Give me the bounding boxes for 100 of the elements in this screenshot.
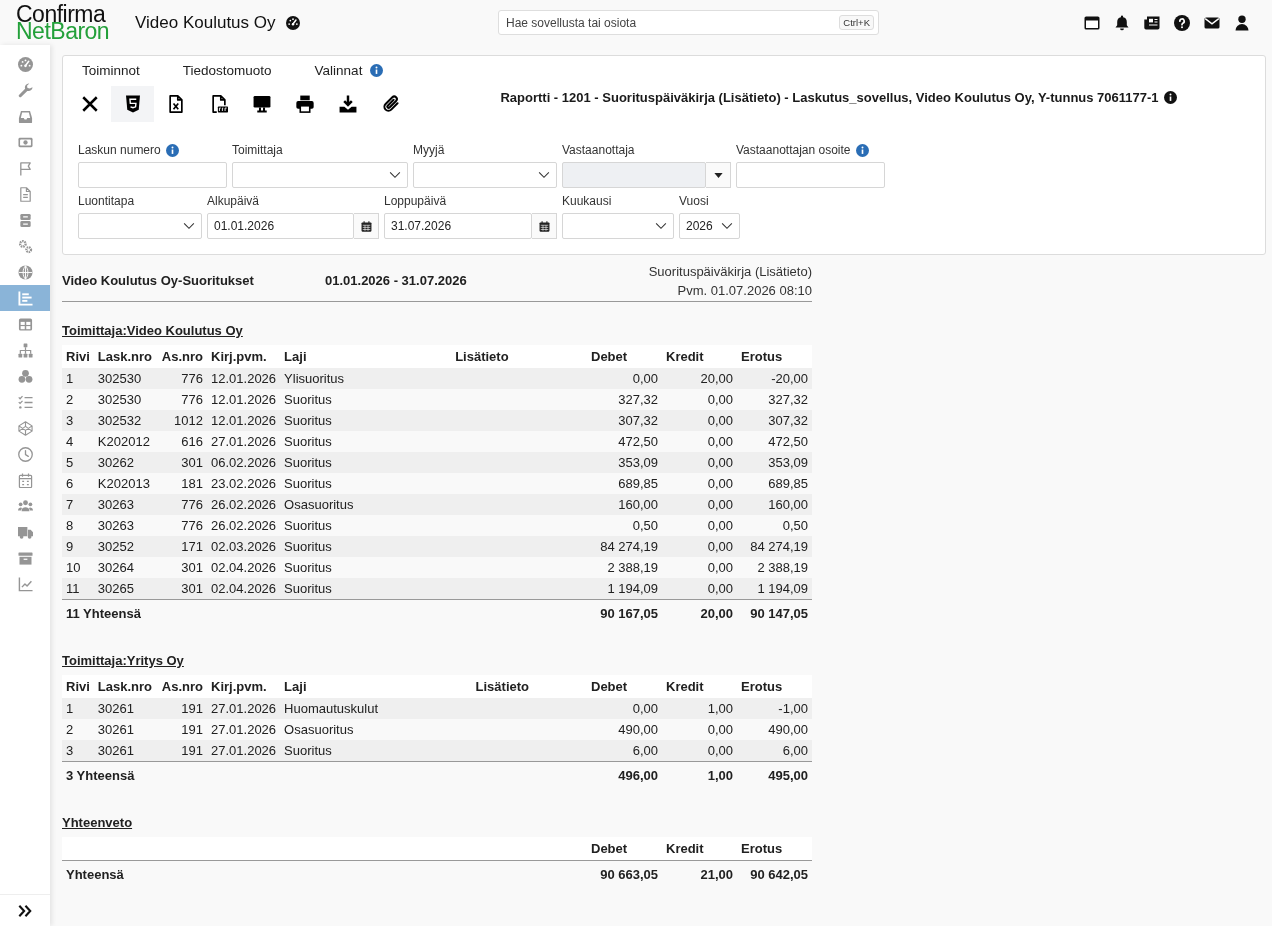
calendar-button[interactable] — [532, 213, 557, 239]
table-cell: 6 — [62, 473, 94, 494]
clock-icon — [17, 446, 33, 462]
bar-chart-icon — [17, 290, 33, 306]
table-cell: 5 — [62, 452, 94, 473]
line-chart-icon — [17, 576, 33, 592]
group-title: Toimittaja:Yritys Oy — [62, 653, 185, 669]
bell-icon[interactable] — [1114, 14, 1130, 31]
chevron-down-icon — [389, 169, 401, 181]
shield-icon — [123, 95, 142, 113]
table-cell: 02.04.2026 — [207, 578, 281, 599]
user-icon[interactable] — [1234, 14, 1250, 31]
select-field[interactable] — [562, 213, 674, 239]
table-cell: 472,50 — [737, 431, 812, 452]
text-field[interactable] — [78, 162, 227, 188]
chevron-down-icon — [655, 220, 667, 232]
company-name: Video Koulutus Oy — [135, 11, 276, 34]
chevron-down-icon — [538, 169, 550, 181]
total-cell: 1,00 — [662, 761, 737, 789]
table-cell: 02.03.2026 — [207, 536, 281, 557]
field-label: Kuukausi — [562, 193, 612, 209]
table-cell: Suoritus — [280, 536, 452, 557]
sidebar-item[interactable] — [0, 285, 50, 311]
table-cell: 1012 — [157, 410, 207, 431]
column-header: As.nro — [157, 675, 207, 698]
table-cell: 181 — [157, 473, 207, 494]
table-cell: Suoritus — [280, 431, 452, 452]
dropdown-button[interactable] — [706, 162, 731, 188]
menu-item[interactable]: Toiminnot — [82, 62, 140, 79]
total-cell: 90 167,05 — [587, 599, 662, 627]
table-cell: 191 — [157, 740, 207, 761]
html-button[interactable] — [111, 86, 154, 122]
column-header: Rivi — [62, 345, 94, 368]
field-label: Alkupäivä — [207, 193, 260, 209]
menu-item[interactable]: Tiedostomuoto — [182, 62, 272, 79]
table-cell: 27.01.2026 — [207, 719, 281, 740]
table-cell: 12.01.2026 — [207, 368, 281, 389]
print-date: Pvm. 01.07.2026 08:10 — [676, 282, 812, 300]
total-cell: 90 663,05 — [587, 860, 662, 888]
cubes-icon — [17, 368, 33, 384]
table-cell: 171 — [157, 536, 207, 557]
table-cell: 0,00 — [662, 740, 737, 761]
chevron-down-icon — [183, 220, 195, 232]
total-cell: 496,00 — [587, 761, 662, 789]
gauge-icon[interactable] — [285, 15, 300, 30]
table-cell: 160,00 — [587, 494, 662, 515]
column-header: Kredit — [662, 837, 737, 860]
table-cell: 302530 — [93, 368, 158, 389]
table-cell: 327,32 — [737, 389, 812, 410]
column-header: Laji — [280, 675, 472, 698]
keyboard-shortcut: Ctrl+K — [839, 15, 874, 30]
table-cell: 472,50 — [587, 431, 662, 452]
table-cell: 2 — [62, 389, 94, 410]
select-field[interactable] — [232, 162, 408, 188]
table-cell: 327,32 — [587, 389, 662, 410]
column-header: Lask.nro — [93, 675, 158, 698]
help-icon[interactable] — [1174, 14, 1190, 31]
newspaper-icon[interactable] — [1144, 14, 1160, 31]
table-cell: 26.02.2026 — [207, 515, 281, 536]
table-cell: 30261 — [93, 740, 158, 761]
table-cell: K202012 — [93, 431, 158, 452]
sitemap-icon — [17, 342, 33, 358]
table-cell: 302530 — [93, 389, 158, 410]
table-cell: 02.04.2026 — [207, 557, 281, 578]
column-header: Lisätieto — [471, 675, 587, 698]
info-icon[interactable] — [1163, 91, 1177, 104]
date-field[interactable]: 01.01.2026 — [207, 213, 354, 239]
total-cell: 21,00 — [662, 860, 737, 888]
column-header: Kirj.pvm. — [207, 345, 281, 368]
table-cell: -1,00 — [737, 698, 812, 719]
select-field[interactable] — [78, 213, 202, 239]
window-icon[interactable] — [1084, 14, 1100, 31]
table-cell: 307,32 — [587, 410, 662, 431]
select-field[interactable] — [413, 162, 557, 188]
table-cell: 301 — [157, 452, 207, 473]
table-cell: 776 — [157, 494, 207, 515]
table-cell: 689,85 — [737, 473, 812, 494]
field-label: Myyjä — [413, 142, 445, 158]
table-cell: 30263 — [93, 494, 158, 515]
calendar-button[interactable] — [354, 213, 379, 239]
table-cell: 191 — [157, 719, 207, 740]
table-cell: 0,00 — [662, 515, 737, 536]
column-header: Debet — [587, 837, 662, 860]
total-cell: 495,00 — [737, 761, 812, 789]
table-cell: 6,00 — [737, 740, 812, 761]
table-cell: 30265 — [93, 578, 158, 599]
select-field[interactable]: 2026 — [679, 213, 740, 239]
table-cell: 84 274,19 — [737, 536, 812, 557]
field-label: Toimittaja — [232, 142, 283, 158]
column-header: Kirj.pvm. — [207, 675, 281, 698]
field-label: Vastaanottaja — [562, 142, 635, 158]
column-header: Debet — [587, 675, 662, 698]
table-cell: 1 — [62, 698, 94, 719]
date-field[interactable]: 31.07.2026 — [384, 213, 532, 239]
table-cell: 0,00 — [662, 578, 737, 599]
table-cell: 0,00 — [662, 557, 737, 578]
globe-icon — [17, 264, 33, 280]
menu-item[interactable]: Valinnat — [314, 62, 363, 79]
expand-button[interactable] — [18, 903, 32, 918]
text-field[interactable] — [736, 162, 885, 188]
